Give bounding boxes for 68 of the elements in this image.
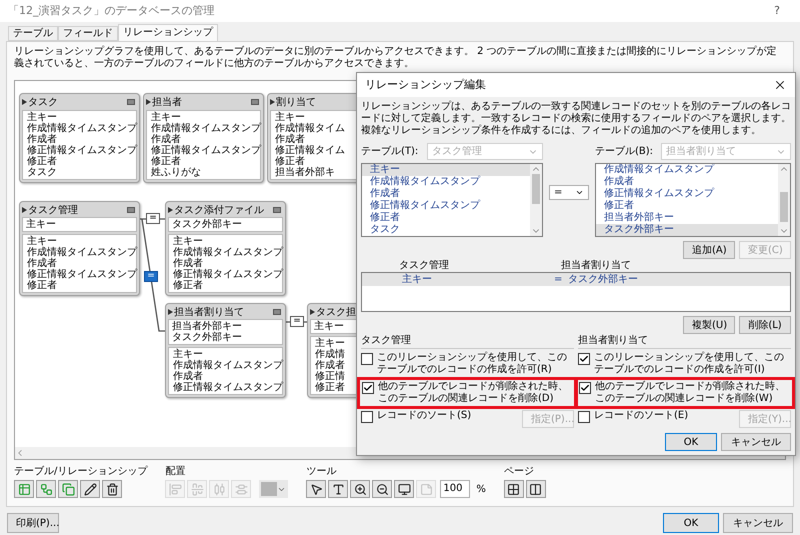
- field-name: 作成者: [27, 258, 57, 269]
- column-header: タスク管理: [398, 260, 450, 272]
- toolbar-group-label: ページ: [504, 466, 535, 478]
- field-name: 修正者: [315, 382, 345, 393]
- field-name: 主キー: [275, 112, 305, 123]
- option-label: 他のテーブルでレコードが削除された時、このテーブルの関連レコードを削除(W): [595, 381, 786, 405]
- field-name: 修正者: [151, 156, 181, 167]
- option-label: レコードのソート(S): [377, 410, 472, 422]
- table-name: 担当者割り当て: [174, 306, 244, 318]
- table-name: タスク管理: [28, 204, 78, 216]
- field-name: 修正情報タイムスタンプ: [27, 145, 137, 156]
- option-label: レコードのソート(E): [594, 410, 690, 422]
- field-name: 修正者: [275, 156, 305, 167]
- table-name: タスク添付ファイル: [174, 204, 264, 216]
- section-title: タスク管理: [361, 335, 574, 349]
- field-name: 作成情報タイムスタンプ: [173, 360, 283, 371]
- field-name: 主キー: [27, 236, 57, 247]
- table-label: テーブル(B):: [595, 144, 654, 159]
- field-name: 修正情報タイムスタンプ: [151, 145, 261, 156]
- key-field: 担当者外部キー: [172, 321, 242, 332]
- zoom-unit: %: [476, 482, 486, 496]
- field-name: 作成情報タイムスタンプ: [173, 247, 283, 258]
- column-header: 担当者割り当て: [561, 260, 631, 272]
- table-name: タスク担: [316, 306, 356, 318]
- field-name: 作成情報タイムスタンプ: [27, 247, 137, 258]
- table-name: 担当者: [152, 96, 182, 108]
- key-field: タスク外部キー: [172, 332, 242, 343]
- field-name: 主キー: [173, 236, 203, 247]
- section-title: 担当者割り当て: [578, 335, 791, 349]
- key-field: 主キー: [26, 219, 56, 230]
- field-name: 作成者: [275, 134, 305, 145]
- window-title: 「12_演習タスク」のデータベースの管理: [8, 2, 216, 19]
- field-name: 作成者: [27, 134, 57, 145]
- field-name: 修正者: [27, 156, 57, 167]
- key-field: 主キー: [314, 321, 344, 332]
- description-text: リレーションシップグラフを使用して、あるテーブルのデータに別のテーブルからアクセスできます。 2 つのテーブルの間に直接または間接的にリレーションシップが定義されていると、一方のテーブルのフィールドに他方のテーブルからアクセスできます。: [14, 46, 778, 70]
- table-name: 割り当て: [276, 96, 316, 108]
- field-name: 主キー: [173, 349, 203, 360]
- field-name: 修正情報タイムスタンプ: [173, 269, 283, 280]
- dialog-title: リレーションシップ編集: [365, 76, 487, 93]
- field-name: 作成者: [151, 134, 181, 145]
- field-name: 修正情報タイム: [275, 145, 345, 156]
- option-label: 他のテーブルでレコードが削除された時、このテーブルの関連レコードを削除(D): [378, 381, 569, 405]
- field-name: 姓ふりがな: [151, 167, 201, 178]
- field-name: 主キー: [27, 112, 57, 123]
- field-name: 主キー: [151, 112, 181, 123]
- field-name: 作成情報タイムスタンプ: [151, 123, 261, 134]
- field-name: 作成情報タイム: [275, 123, 345, 134]
- field-name: 作成者: [315, 360, 345, 371]
- field-name: 作成者: [173, 371, 203, 382]
- field-name: 修正情報タイムスタンプ: [173, 382, 283, 393]
- field-name: 作成情報タイムスタンプ: [27, 123, 137, 134]
- field-name: 主キー: [315, 338, 345, 349]
- option-label: このリレーションシップを使用して、このテーブルでのレコードの作成を許可(R): [377, 352, 568, 376]
- field-name: 修正者: [173, 280, 203, 291]
- field-name: 担当者外部キ: [275, 167, 335, 178]
- toolbar-group-label: ツール: [306, 466, 338, 478]
- field-name: 修正者: [27, 280, 57, 291]
- field-name: 修正情: [315, 371, 345, 382]
- toolbar-group-label: 配置: [165, 466, 186, 478]
- field-name: タスク: [27, 167, 57, 178]
- toolbar-group-label: テーブル/リレーションシップ: [14, 466, 148, 478]
- field-name: 作成情: [315, 349, 345, 360]
- field-name: 作成者: [173, 258, 203, 269]
- key-field: タスク外部キー: [172, 219, 242, 230]
- field-name: 修正情報タイムスタンプ: [27, 269, 137, 280]
- table-name: タスク: [28, 96, 58, 108]
- option-label: このリレーションシップを使用して、このテーブルでのレコードの作成を許可(I): [594, 352, 785, 376]
